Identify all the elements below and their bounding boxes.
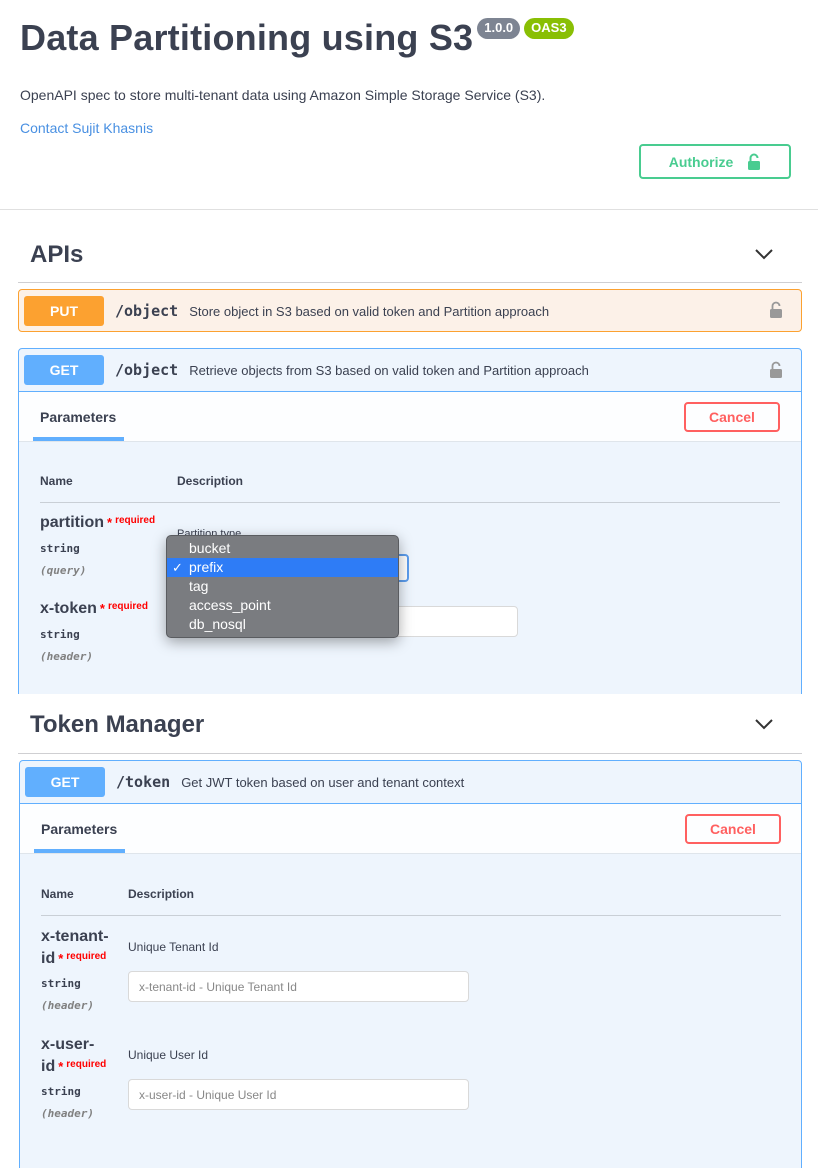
param-name-text: x-token [40, 600, 97, 617]
dropdown-option-access-point[interactable]: access_point [167, 596, 398, 615]
option-label: tag [189, 578, 209, 594]
api-title: Data Partitioning using S3 [20, 17, 474, 58]
param-name-text: id [41, 1058, 56, 1075]
operation-path: /object [115, 361, 179, 379]
tab-underline [33, 437, 124, 441]
param-type: string [41, 1085, 81, 1098]
section-title-token-manager[interactable]: Token Manager [30, 711, 204, 739]
table-divider [40, 502, 780, 503]
method-badge-get: GET [25, 767, 105, 797]
operation-body: Parameters Cancel Name Description parti… [19, 391, 801, 707]
param-name-text: x-user- [41, 1036, 95, 1053]
required-star: * [58, 951, 64, 966]
version-badge: 1.0.0 [477, 18, 521, 39]
operation-summary[interactable]: GET /token Get JWT token based on user a… [20, 761, 801, 803]
param-type: string [41, 977, 81, 990]
param-location: (header) [40, 650, 93, 663]
param-description: Unique User Id [128, 1048, 209, 1062]
chevron-down-icon[interactable] [754, 717, 774, 731]
cancel-button[interactable]: Cancel [685, 814, 781, 844]
table-divider [41, 915, 781, 916]
section-divider [18, 282, 802, 283]
operation-summary-text: Store object in S3 based on valid token … [189, 303, 550, 319]
param-location: (header) [41, 1107, 94, 1120]
option-label: prefix [189, 559, 224, 575]
operation-summary[interactable]: GET /object Retrieve objects from S3 bas… [19, 349, 801, 391]
param-name-text: id [41, 950, 56, 967]
required-label: required [115, 515, 156, 526]
partition-dropdown-menu[interactable]: bucket ✓ prefix tag access_point db_nosql [166, 535, 399, 638]
operation-path: /object [115, 302, 179, 320]
dropdown-option-tag[interactable]: tag [167, 577, 398, 596]
api-description: OpenAPI spec to store multi-tenant data … [20, 87, 546, 103]
opblock-get-token: GET /token Get JWT token based on user a… [19, 760, 802, 1168]
tab-parameters[interactable]: Parameters [41, 821, 117, 837]
x-tenant-id-input[interactable] [128, 971, 469, 1002]
required-star: * [107, 515, 113, 530]
tab-underline [34, 849, 125, 853]
operation-body: Parameters Cancel Name Description x-ten… [20, 803, 801, 1168]
method-badge-put: PUT [24, 296, 104, 326]
unlock-icon [748, 153, 761, 170]
opblock-get-object: GET /object Retrieve objects from S3 bas… [18, 348, 802, 708]
option-label: db_nosql [189, 616, 246, 632]
header-divider [0, 209, 818, 210]
operation-path: /token [116, 773, 171, 791]
column-header-name: Name [41, 887, 74, 901]
param-name-x-tenant-id: x-tenant- id * required [41, 926, 121, 970]
section-divider [18, 753, 802, 754]
contact-link[interactable]: Contact Sujit Khasnis [20, 120, 153, 136]
operation-summary-text: Get JWT token based on user and tenant c… [181, 774, 465, 790]
section-title-apis[interactable]: APIs [30, 241, 83, 269]
lock-icon[interactable] [769, 361, 783, 379]
api-title-row: Data Partitioning using S3 1.0.0 OAS3 [20, 14, 574, 62]
authorize-button[interactable]: Authorize [639, 144, 791, 179]
authorize-label: Authorize [668, 153, 734, 170]
tab-parameters[interactable]: Parameters [40, 409, 116, 425]
parameters-header: Parameters Cancel [19, 392, 801, 442]
required-label: required [66, 951, 107, 962]
x-user-id-input[interactable] [128, 1079, 469, 1110]
param-name-partition: partition * required [40, 512, 155, 534]
method-badge-get: GET [24, 355, 104, 385]
required-label: required [107, 601, 148, 612]
param-type: string [40, 628, 80, 641]
dropdown-option-db-nosql[interactable]: db_nosql [167, 615, 398, 634]
required-star: * [99, 601, 105, 616]
opblock-put-object[interactable]: PUT /object Store object in S3 based on … [18, 289, 802, 332]
required-label: required [66, 1059, 107, 1070]
param-location: (query) [40, 564, 87, 577]
operation-summary[interactable]: PUT /object Store object in S3 based on … [19, 290, 801, 332]
column-header-description: Description [128, 887, 195, 901]
param-location: (header) [41, 999, 94, 1012]
option-label: access_point [189, 597, 271, 613]
oas-badge: OAS3 [524, 18, 574, 39]
parameters-header: Parameters Cancel [20, 804, 801, 854]
param-name-x-token: x-token * required [40, 598, 148, 620]
operation-summary-text: Retrieve objects from S3 based on valid … [189, 362, 589, 378]
param-description: Unique Tenant Id [128, 940, 219, 954]
lock-icon[interactable] [769, 301, 783, 319]
param-name-x-user-id: x-user- id * required [41, 1034, 121, 1078]
required-star: * [58, 1059, 64, 1074]
cancel-button[interactable]: Cancel [684, 402, 780, 432]
param-name-text: x-tenant- [41, 928, 109, 945]
chevron-down-icon[interactable] [754, 247, 774, 261]
check-icon: ✓ [172, 560, 183, 575]
column-header-name: Name [40, 474, 73, 488]
column-header-description: Description [177, 474, 244, 488]
option-label: bucket [189, 540, 231, 556]
dropdown-option-bucket[interactable]: bucket [167, 539, 398, 558]
dropdown-option-prefix[interactable]: ✓ prefix [167, 558, 398, 577]
param-type: string [40, 542, 80, 555]
param-name-text: partition [40, 514, 104, 531]
